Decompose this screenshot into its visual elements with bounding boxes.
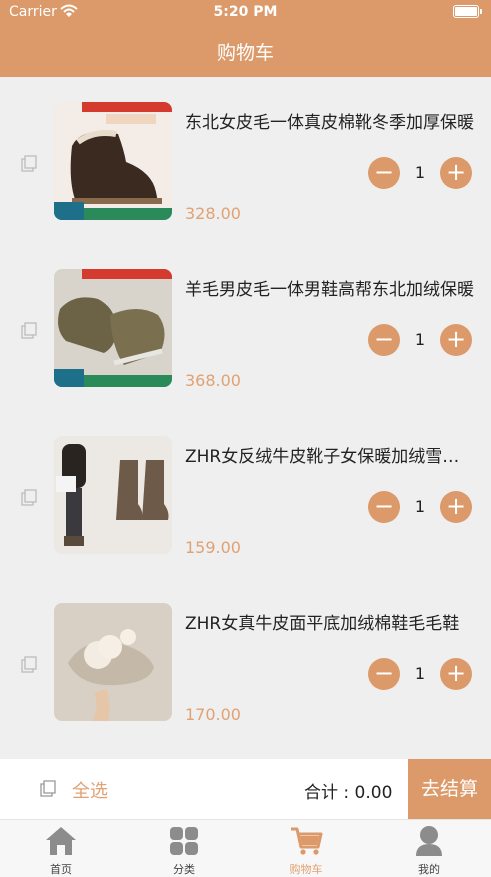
quantity-stepper: − 1 + bbox=[368, 491, 472, 523]
page-title: 购物车 bbox=[216, 42, 274, 64]
status-bar: Carrier 5:20 PM bbox=[0, 0, 491, 26]
increase-button[interactable]: + bbox=[440, 324, 472, 356]
quantity-value: 1 bbox=[414, 330, 426, 349]
checkbox-icon[interactable] bbox=[20, 489, 38, 506]
tab-label: 我的 bbox=[418, 863, 440, 876]
quantity-value: 1 bbox=[414, 163, 426, 182]
decrease-button[interactable]: − bbox=[368, 324, 400, 356]
quantity-stepper: − 1 + bbox=[368, 157, 472, 189]
product-price: 170.00 bbox=[185, 705, 241, 724]
cart-list: 东北女皮毛一体真皮棉靴冬季加厚保暖 − 1 + 328.00 羊毛男皮毛一体男鞋… bbox=[0, 77, 491, 745]
select-all-label[interactable]: 全选 bbox=[72, 777, 108, 803]
product-price: 328.00 bbox=[185, 204, 241, 223]
product-name[interactable]: ZHR女反绒牛皮靴子女保暖加绒雪地靴 bbox=[185, 442, 475, 467]
quantity-stepper: − 1 + bbox=[368, 658, 472, 690]
product-price: 368.00 bbox=[185, 371, 241, 390]
tab-category[interactable]: 分类 bbox=[123, 820, 245, 877]
product-image[interactable] bbox=[54, 102, 172, 220]
cart-icon bbox=[291, 827, 323, 855]
increase-button[interactable]: + bbox=[440, 491, 472, 523]
total-label: 合计 bbox=[304, 783, 338, 803]
nav-header: Carrier 5:20 PM 购物车 bbox=[0, 0, 491, 77]
product-price: 159.00 bbox=[185, 538, 241, 557]
status-time: 5:20 PM bbox=[213, 4, 278, 20]
checkbox-icon[interactable] bbox=[20, 656, 38, 673]
user-icon bbox=[416, 826, 442, 856]
product-image[interactable] bbox=[54, 436, 172, 554]
tab-cart[interactable]: 购物车 bbox=[245, 820, 367, 877]
checkbox-icon[interactable] bbox=[20, 322, 38, 339]
decrease-button[interactable]: − bbox=[368, 157, 400, 189]
tab-profile[interactable]: 我的 bbox=[368, 820, 490, 877]
grid-icon bbox=[170, 827, 198, 855]
increase-button[interactable]: + bbox=[440, 658, 472, 690]
tab-label: 分类 bbox=[173, 863, 195, 876]
checkbox-icon[interactable] bbox=[20, 155, 38, 172]
product-name[interactable]: ZHR女真牛皮面平底加绒棉鞋毛毛鞋 bbox=[185, 609, 475, 634]
checkout-button[interactable]: 去结算 bbox=[408, 759, 491, 819]
quantity-value: 1 bbox=[414, 664, 426, 683]
home-icon bbox=[46, 827, 76, 855]
quantity-stepper: − 1 + bbox=[368, 324, 472, 356]
product-image[interactable] bbox=[54, 603, 172, 721]
cart-item: 羊毛男皮毛一体男鞋高帮东北加绒保暖 − 1 + 368.00 bbox=[0, 244, 491, 411]
product-name[interactable]: 东北女皮毛一体真皮棉靴冬季加厚保暖 bbox=[185, 108, 475, 133]
checkout-bar: 全选 合计 : 0.00 去结算 bbox=[0, 759, 491, 819]
total-value: 0.00 bbox=[354, 783, 393, 803]
decrease-button[interactable]: − bbox=[368, 658, 400, 690]
cart-item: ZHR女反绒牛皮靴子女保暖加绒雪地靴 − 1 + 159.00 bbox=[0, 411, 491, 578]
quantity-value: 1 bbox=[414, 497, 426, 516]
tab-home[interactable]: 首页 bbox=[0, 820, 122, 877]
battery-icon bbox=[453, 5, 482, 18]
increase-button[interactable]: + bbox=[440, 157, 472, 189]
total-amount: 合计 : 0.00 bbox=[304, 783, 393, 803]
cart-item: ZHR女真牛皮面平底加绒棉鞋毛毛鞋 − 1 + 170.00 bbox=[0, 578, 491, 745]
product-name[interactable]: 羊毛男皮毛一体男鞋高帮东北加绒保暖 bbox=[185, 275, 475, 300]
tab-label: 购物车 bbox=[289, 863, 323, 876]
select-all-checkbox-icon[interactable] bbox=[39, 780, 57, 797]
decrease-button[interactable]: − bbox=[368, 491, 400, 523]
tab-label: 首页 bbox=[50, 863, 72, 876]
tab-bar: 首页 分类 购物车 我的 bbox=[0, 819, 491, 877]
product-image[interactable] bbox=[54, 269, 172, 387]
cart-item: 东北女皮毛一体真皮棉靴冬季加厚保暖 − 1 + 328.00 bbox=[0, 77, 491, 244]
